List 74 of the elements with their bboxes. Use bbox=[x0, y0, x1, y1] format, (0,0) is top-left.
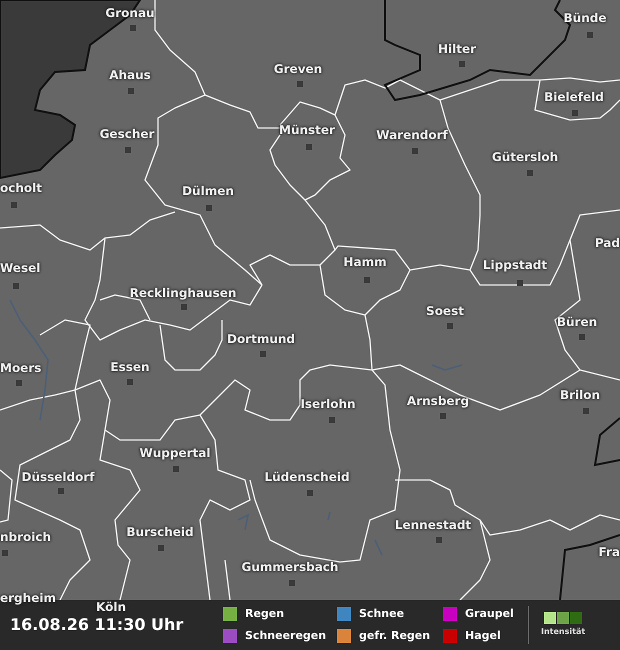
city-label: Dortmund bbox=[226, 332, 296, 346]
city-marker bbox=[125, 147, 131, 153]
city-marker bbox=[412, 148, 418, 154]
city-marker bbox=[130, 25, 136, 31]
city-label: Büren bbox=[556, 315, 598, 329]
city-label: Hilter bbox=[438, 42, 476, 56]
city-marker bbox=[329, 417, 335, 423]
city-label: ocholt bbox=[0, 181, 42, 195]
city-label: Gronau bbox=[105, 6, 155, 20]
city-marker bbox=[297, 81, 303, 87]
city-marker bbox=[583, 408, 589, 414]
city-marker bbox=[16, 380, 22, 386]
city-label: Hamm bbox=[343, 255, 387, 269]
city-marker bbox=[289, 580, 295, 586]
city-marker bbox=[436, 537, 442, 543]
city-label: Iserlohn bbox=[300, 397, 356, 411]
city-label: Bünde bbox=[564, 11, 606, 25]
legend-label: Graupel bbox=[465, 606, 514, 622]
city-label: Düsseldorf bbox=[22, 470, 94, 484]
city-label: Greven bbox=[274, 62, 322, 76]
city-marker bbox=[587, 32, 593, 38]
city-label: Fra bbox=[598, 545, 620, 559]
city-marker bbox=[527, 170, 533, 176]
city-marker bbox=[206, 205, 212, 211]
city-label: Münster bbox=[279, 123, 335, 137]
city-marker bbox=[127, 379, 133, 385]
legend-label: Regen bbox=[245, 606, 284, 622]
city-label: nbroich bbox=[0, 530, 52, 544]
timestamp: 16.08.26 11:30 Uhr bbox=[10, 614, 184, 636]
legend-label: gefr. Regen bbox=[359, 628, 430, 644]
city-marker bbox=[128, 88, 134, 94]
city-label: Warendorf bbox=[376, 128, 448, 142]
city-label: Lennestadt bbox=[394, 518, 472, 532]
city-label: Wesel bbox=[0, 261, 40, 275]
city-marker bbox=[158, 545, 164, 551]
city-label: Gummersbach bbox=[242, 560, 338, 574]
city-marker bbox=[307, 490, 313, 496]
city-marker bbox=[13, 283, 19, 289]
city-label: Lippstadt bbox=[482, 258, 548, 272]
city-label: Essen bbox=[110, 360, 150, 374]
city-marker bbox=[459, 61, 465, 67]
city-label: Pad bbox=[594, 236, 620, 250]
city-label: Brilon bbox=[560, 388, 600, 402]
city-marker bbox=[173, 466, 179, 472]
city-label: Soest bbox=[426, 304, 464, 318]
city-marker bbox=[447, 323, 453, 329]
city-label: Wuppertal bbox=[140, 446, 210, 460]
city-marker bbox=[181, 304, 187, 310]
city-label: Arnsberg bbox=[406, 394, 470, 408]
city-marker bbox=[517, 280, 523, 286]
city-label: Recklinghausen bbox=[130, 286, 236, 300]
city-marker bbox=[572, 110, 578, 116]
city-label: Lüdenscheid bbox=[264, 470, 350, 484]
city-marker bbox=[58, 488, 64, 494]
city-label: ergheim bbox=[0, 591, 56, 605]
city-marker bbox=[11, 202, 17, 208]
city-label: Köln bbox=[96, 600, 126, 614]
city-marker bbox=[306, 144, 312, 150]
city-marker bbox=[440, 413, 446, 419]
city-marker bbox=[260, 351, 266, 357]
city-label: Ahaus bbox=[109, 68, 151, 82]
legend-label: Hagel bbox=[465, 628, 501, 644]
intensity-label: Intensität bbox=[541, 626, 586, 638]
legend-label: Schnee bbox=[359, 606, 404, 622]
city-label: Moers bbox=[0, 361, 42, 375]
legend-label: Schneeregen bbox=[245, 628, 326, 644]
city-label: Bielefeld bbox=[544, 90, 604, 104]
city-marker bbox=[2, 550, 8, 556]
city-marker bbox=[579, 334, 585, 340]
city-label: Dülmen bbox=[182, 184, 234, 198]
city-label: Gescher bbox=[100, 127, 154, 141]
city-marker bbox=[364, 277, 370, 283]
city-label: Gütersloh bbox=[492, 150, 558, 164]
city-label: Burscheid bbox=[126, 525, 194, 539]
